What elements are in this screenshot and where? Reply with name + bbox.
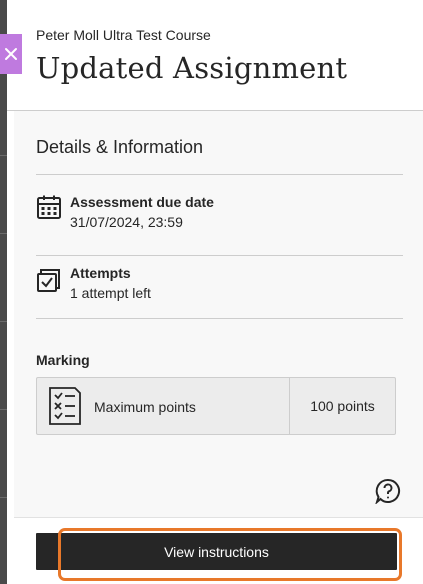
attempts-row: Attempts 1 attempt left xyxy=(36,265,403,325)
divider xyxy=(36,318,403,319)
max-points-value: 100 points xyxy=(310,398,375,414)
max-points-label: Maximum points xyxy=(94,399,196,415)
due-date-row: Assessment due date 31/07/2024, 23:59 xyxy=(36,194,403,254)
due-date-label: Assessment due date xyxy=(70,194,214,210)
section-title: Details & Information xyxy=(36,137,204,157)
due-date-value: 31/07/2024, 23:59 xyxy=(70,214,183,230)
help-icon xyxy=(375,478,400,505)
footer: View instructions xyxy=(14,517,423,584)
divider xyxy=(36,174,403,175)
backdrop-divider xyxy=(0,497,7,498)
help-button[interactable] xyxy=(375,478,401,505)
close-icon xyxy=(5,48,17,60)
attempts-icon xyxy=(36,267,62,293)
details-content: Details & Information Assessment due dat… xyxy=(14,111,423,517)
divider xyxy=(36,255,403,256)
view-instructions-button[interactable]: View instructions xyxy=(36,533,397,570)
attempts-label: Attempts xyxy=(70,265,131,281)
marking-box: Maximum points 100 points xyxy=(36,377,396,435)
assignment-panel: Peter Moll Ultra Test Course Updated Ass… xyxy=(7,0,423,584)
page-title: Updated Assignment xyxy=(36,51,348,85)
backdrop-divider xyxy=(0,409,7,410)
marking-label-cell: Maximum points xyxy=(37,378,290,434)
backdrop-divider xyxy=(0,155,7,156)
marking-heading: Marking xyxy=(36,352,90,368)
calendar-icon xyxy=(36,194,62,220)
backdrop-divider xyxy=(0,233,7,234)
course-name: Peter Moll Ultra Test Course xyxy=(36,27,211,43)
attempts-value: 1 attempt left xyxy=(70,285,151,301)
backdrop-divider xyxy=(0,321,7,322)
checklist-icon xyxy=(47,386,83,426)
close-panel-button[interactable] xyxy=(0,34,22,74)
backdrop xyxy=(0,0,7,584)
